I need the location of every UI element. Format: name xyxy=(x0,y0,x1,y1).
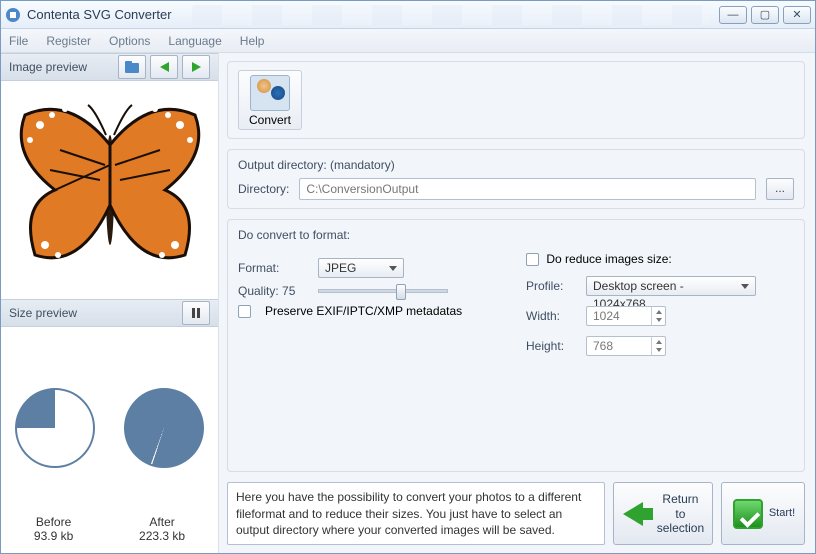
width-label: Width: xyxy=(526,309,576,323)
browse-button[interactable]: ... xyxy=(766,178,794,200)
butterfly-icon xyxy=(10,95,210,285)
menu-language[interactable]: Language xyxy=(168,34,221,48)
output-directory-title: Output directory: (mandatory) xyxy=(238,158,794,172)
before-column: Before 93.9 kb xyxy=(34,515,73,543)
convert-label: Convert xyxy=(241,113,299,127)
profile-label: Profile: xyxy=(526,279,576,293)
size-preview-label: Size preview xyxy=(9,306,77,320)
after-size: 223.3 kb xyxy=(139,529,185,543)
profile-select[interactable]: Desktop screen - 1024x768 xyxy=(586,276,756,296)
pie-after xyxy=(124,388,204,468)
pie-before xyxy=(15,388,95,468)
width-input[interactable]: 1024 xyxy=(586,306,666,326)
convert-button[interactable]: Convert xyxy=(238,70,302,130)
after-label: After xyxy=(139,515,185,529)
menu-register[interactable]: Register xyxy=(46,34,91,48)
before-label: Before xyxy=(34,515,73,529)
arrow-left-icon xyxy=(160,62,169,72)
close-button[interactable]: ✕ xyxy=(783,6,811,24)
arrow-left-icon xyxy=(623,502,643,526)
toolbar-group: Convert xyxy=(227,61,805,139)
preserve-metadata-checkbox[interactable] xyxy=(238,305,251,318)
image-preview xyxy=(1,81,218,299)
menubar: File Register Options Language Help xyxy=(1,29,815,53)
arrow-right-icon xyxy=(192,62,201,72)
next-image-button[interactable] xyxy=(182,55,210,79)
preserve-metadata-label: Preserve EXIF/IPTC/XMP metadatas xyxy=(265,304,462,318)
help-text: Here you have the possibility to convert… xyxy=(227,482,605,545)
format-group: Do convert to format: Format: JPEG Quali… xyxy=(227,219,805,472)
window-title: Contenta SVG Converter xyxy=(27,7,172,22)
format-select[interactable]: JPEG xyxy=(318,258,404,278)
background-tabs xyxy=(192,5,711,25)
before-size: 93.9 kb xyxy=(34,529,73,543)
pause-icon xyxy=(192,308,200,318)
directory-input[interactable] xyxy=(299,178,756,200)
directory-label: Directory: xyxy=(238,182,289,196)
open-image-button[interactable] xyxy=(118,55,146,79)
titlebar: Contenta SVG Converter — ▢ ✕ xyxy=(1,1,815,29)
image-preview-header: Image preview xyxy=(1,53,218,81)
menu-options[interactable]: Options xyxy=(109,34,150,48)
size-charts xyxy=(1,327,218,511)
maximize-button[interactable]: ▢ xyxy=(751,6,779,24)
folder-icon xyxy=(124,60,140,74)
quality-label: Quality: 75 xyxy=(238,284,308,298)
reduce-size-checkbox[interactable] xyxy=(526,253,539,266)
reduce-size-label: Do reduce images size: xyxy=(546,252,671,266)
prev-image-button[interactable] xyxy=(150,55,178,79)
return-button[interactable]: Returnto selection xyxy=(613,482,713,545)
format-group-title: Do convert to format: xyxy=(238,228,794,242)
quality-slider[interactable] xyxy=(318,289,448,293)
convert-icon xyxy=(250,75,290,111)
check-icon xyxy=(733,499,763,529)
format-label: Format: xyxy=(238,261,308,275)
menu-file[interactable]: File xyxy=(9,34,28,48)
size-preview-header: Size preview xyxy=(1,299,218,327)
after-column: After 223.3 kb xyxy=(139,515,185,543)
app-icon xyxy=(5,7,21,23)
start-button[interactable]: Start! xyxy=(721,482,805,545)
image-preview-label: Image preview xyxy=(9,60,87,74)
menu-help[interactable]: Help xyxy=(240,34,265,48)
minimize-button[interactable]: — xyxy=(719,6,747,24)
output-directory-group: Output directory: (mandatory) Directory:… xyxy=(227,149,805,209)
pause-button[interactable] xyxy=(182,301,210,325)
height-input[interactable]: 768 xyxy=(586,336,666,356)
height-label: Height: xyxy=(526,339,576,353)
